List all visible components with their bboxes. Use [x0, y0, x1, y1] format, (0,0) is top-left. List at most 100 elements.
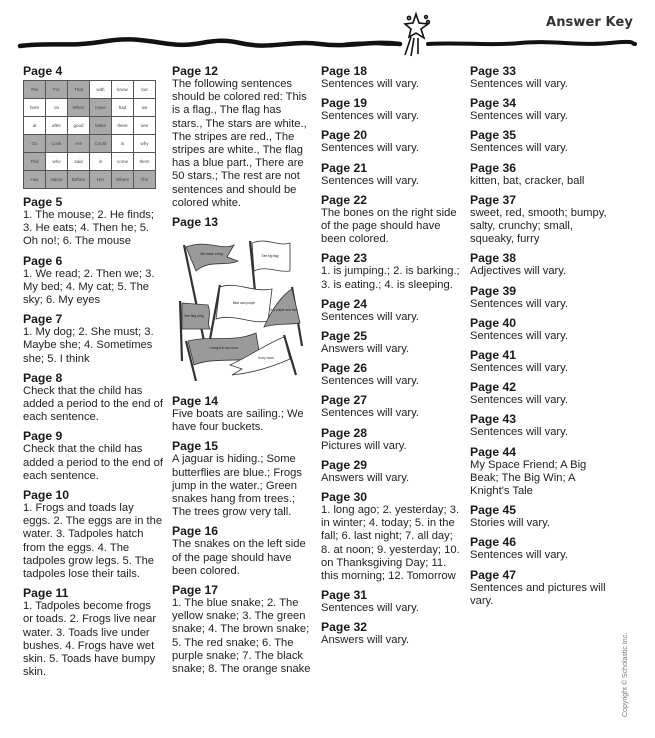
grid-cell: them — [133, 152, 156, 171]
grid-cell: at — [23, 116, 46, 135]
answer-text: Sentences will vary. — [470, 78, 569, 90]
answer-page-7: Page 7 1. My dog; 2. She must; 3. Maybe s… — [23, 312, 163, 366]
answer-page-40: Page 40 Sentences will vary. — [470, 316, 612, 343]
grid-cell: Are — [67, 134, 90, 153]
flag-label: See flag a big — [184, 314, 204, 318]
page-heading: Page 12 — [172, 64, 219, 78]
grid-cell: is — [111, 134, 134, 153]
answer-page-10: Page 10 1. Frogs and toads lay eggs. 2. T… — [23, 488, 163, 581]
answer-page-5: Page 5 1. The mouse; 2. He finds; 3. He e… — [23, 195, 163, 249]
flag-label: In my room — [258, 356, 274, 360]
page-heading: Page 40 — [470, 315, 517, 330]
answer-page-39: Page 39 Sentences will vary. — [470, 284, 612, 311]
answer-text: 1. The blue snake; 2. The yellow snake; … — [172, 597, 311, 676]
answer-text: Sentences will vary. — [321, 78, 420, 90]
grid-cell: on — [45, 98, 68, 117]
page-heading: Page 39 — [470, 283, 517, 298]
answer-text: Sentences will vary. — [470, 426, 569, 439]
answer-text: Pictures will vary. — [321, 439, 407, 452]
answer-page-6: Page 6 1. We read; 2. Then we; 3. My bed;… — [23, 254, 163, 308]
grid-cell: Her — [89, 170, 112, 189]
answer-page-38: Page 38 Adjectives will vary. — [470, 251, 612, 278]
answer-text: Sentences will vary. — [321, 407, 420, 420]
answer-page-25: Page 25 Answers will vary. — [321, 329, 463, 356]
grid-cell: with — [89, 80, 112, 99]
answer-text: Sentences will vary. — [321, 310, 420, 323]
grid-cell: Name — [45, 170, 68, 189]
page-heading: Page 43 — [470, 412, 517, 427]
grid-cell: This — [23, 152, 46, 171]
copyright-notice: Copyright © Scholastic Inc. — [622, 632, 629, 717]
answer-page-4: Page 4 The For That with know but here on When Ha… — [23, 64, 163, 189]
answer-text: 1. The mouse; 2. He finds; 3. He eats; 4… — [23, 209, 155, 248]
grid-cell: good — [67, 116, 90, 135]
page-heading: Page 37 — [470, 192, 517, 207]
grid-cell: here — [23, 98, 46, 117]
page-heading: Page 17 — [172, 583, 219, 598]
word-grid: The For That with know but here on When Have had we… — [23, 80, 156, 189]
column-2: Page 12 The following sentences should be… — [172, 64, 314, 681]
answer-text: Answers will vary. — [321, 471, 410, 484]
page-heading: Page 20 — [321, 128, 368, 143]
page-heading: Page 27 — [321, 393, 368, 408]
answer-text: Sentences will vary. — [470, 110, 569, 123]
answer-text: Check that the child has added a period … — [23, 443, 163, 482]
grid-cell: after — [45, 116, 68, 135]
grid-cell: who — [45, 152, 68, 171]
page-heading: Page 31 — [321, 588, 368, 603]
page-heading: Page 23 — [321, 251, 368, 266]
answer-page-33: Page 33 Sentences will vary. — [470, 64, 612, 91]
answer-page-27: Page 27 Sentences will vary. — [321, 393, 463, 420]
grid-cell: Has — [23, 170, 46, 189]
answer-text: 1. is jumping.; 2. is barking.; 3. is ea… — [321, 265, 460, 291]
flag-label: See big flag — [262, 254, 279, 258]
column-4: Page 33 Sentences will vary. Page 34 Senten… — [470, 64, 612, 613]
flag-label: I hang it in my room. — [210, 346, 239, 350]
answer-text: Sentences will vary. — [470, 362, 569, 375]
answer-text: A jaguar is hiding.; Some butterflies ar… — [172, 453, 302, 519]
page-heading: Page 46 — [470, 535, 517, 550]
grid-cell: had — [111, 98, 134, 117]
answer-text: Sentences will vary. — [470, 549, 569, 562]
column-3: Page 18 Sentences will vary. Page 19 Senten… — [321, 64, 463, 653]
answer-page-22: Page 22 The bones on the right side of th… — [321, 193, 463, 247]
page-header: Answer Key — [0, 0, 655, 62]
answer-text: Answers will vary. — [321, 343, 410, 356]
answer-page-16: Page 16 The snakes on the left side of th… — [172, 524, 314, 578]
grid-cell: said — [67, 152, 90, 171]
grid-row: This who said in come them — [23, 152, 156, 171]
grid-row: Go Look Are Could is why — [23, 134, 156, 153]
answer-page-28: Page 28 Pictures will vary. — [321, 426, 463, 453]
answer-page-24: Page 24 Sentences will vary. — [321, 297, 463, 324]
page-heading: Page 21 — [321, 160, 368, 175]
grid-cell: Where — [111, 170, 134, 189]
page-heading: Page 41 — [470, 348, 517, 363]
answer-page-37: Page 37 sweet, red, smooth; bumpy, salty,… — [470, 193, 612, 247]
answer-text: 1. Tadpoles become frogs or toads. 2. Fr… — [23, 600, 157, 679]
page-heading: Page 28 — [321, 425, 368, 440]
answer-text: Sentences will vary. — [321, 174, 420, 187]
grid-cell: see — [133, 116, 156, 135]
page-heading: Page 32 — [321, 620, 368, 635]
answer-text: Sentences will vary. — [321, 602, 420, 615]
answer-page-26: Page 26 Sentences will vary. — [321, 361, 463, 388]
answer-page-34: Page 34 Sentences will vary. — [470, 96, 612, 123]
answer-page-18: Page 18 Sentences will vary. — [321, 64, 463, 91]
grid-cell: That — [67, 80, 90, 99]
answer-page-19: Page 19 Sentences will vary. — [321, 96, 463, 123]
grid-cell: but — [133, 80, 156, 99]
answer-page-20: Page 20 Sentences will vary. — [321, 128, 463, 155]
answer-page-21: Page 21 Sentences will vary. — [321, 161, 463, 188]
grid-row: Has Name Before Her Where The — [23, 170, 156, 189]
page-heading: Page 44 — [470, 444, 517, 459]
page-heading: Page 35 — [470, 128, 517, 143]
grid-cell: For — [45, 80, 68, 99]
grid-cell: Before — [67, 170, 90, 189]
flags-illustration: We made a flag. See big flag Blue and purp… — [178, 240, 304, 382]
answer-text: 1. long ago; 2. yesterday; 3. in winter;… — [321, 504, 460, 583]
answer-text: Sentences will vary. — [470, 142, 569, 155]
page-heading: Page 22 — [321, 192, 368, 207]
answer-page-36: Page 36 kitten, bat, cracker, ball — [470, 161, 612, 188]
page-heading: Page 8 — [23, 370, 63, 385]
answer-page-41: Page 41 Sentences will vary. — [470, 348, 612, 375]
